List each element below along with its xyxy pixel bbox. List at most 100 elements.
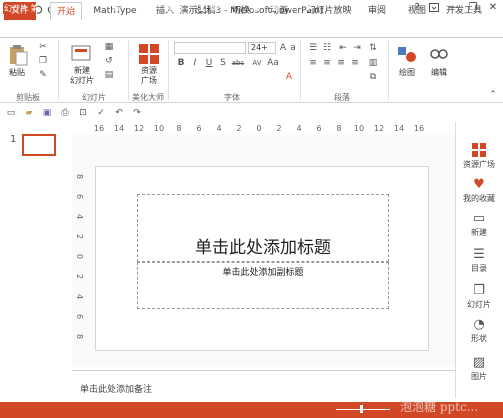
- group-separator: [168, 40, 169, 100]
- print-icon[interactable]: ⎙: [60, 108, 70, 118]
- font-size-dropdown[interactable]: 24+: [248, 42, 276, 54]
- text-direction-icon[interactable]: ⇅: [368, 43, 378, 53]
- ruler-tick: 6: [316, 124, 322, 133]
- shape-button[interactable]: ◔ 形状: [455, 316, 503, 344]
- ruler-tick: 10: [353, 124, 365, 133]
- format-painter-icon[interactable]: ✎: [38, 70, 48, 80]
- notes-placeholder[interactable]: 单击此处添加备注: [80, 382, 152, 395]
- ruler-tick: 4: [216, 124, 222, 133]
- subtitle-placeholder[interactable]: 单击此处添加副标题: [137, 265, 389, 278]
- preview-icon[interactable]: ⊡: [78, 108, 88, 118]
- copy-icon[interactable]: ❐: [38, 56, 48, 66]
- vruler-tick: 2: [75, 274, 84, 280]
- resources-icon[interactable]: [138, 44, 160, 64]
- char-spacing-button[interactable]: AV: [250, 58, 264, 68]
- new-slide-label-1[interactable]: 新建: [64, 66, 100, 76]
- zoom-slider-thumb[interactable]: [360, 405, 363, 413]
- editing-icon[interactable]: [428, 44, 450, 64]
- paste-button[interactable]: 粘贴: [4, 68, 30, 78]
- shrink-font-icon[interactable]: a: [288, 43, 298, 53]
- vruler-tick: 4: [75, 294, 84, 300]
- notes-button[interactable]: 备注: [166, 3, 182, 14]
- resources-label-1[interactable]: 资源: [132, 66, 166, 76]
- shadow-button[interactable]: S: [218, 58, 228, 68]
- rp-label: 资源广场: [463, 160, 495, 169]
- close-button[interactable]: ✕: [484, 0, 502, 16]
- change-case-button[interactable]: Aa: [266, 58, 280, 68]
- zoom-slider[interactable]: [336, 409, 390, 410]
- redo-toolbar-icon[interactable]: ↷: [132, 108, 142, 118]
- align-center-icon[interactable]: ≡: [322, 58, 332, 68]
- title-placeholder[interactable]: 单击此处添加标题: [137, 233, 389, 258]
- vruler-tick: 8: [75, 334, 84, 340]
- zoom-out-button[interactable]: ─: [324, 3, 329, 12]
- slides-button[interactable]: ❐ 幻灯片: [455, 282, 503, 310]
- italic-button[interactable]: I: [190, 58, 200, 68]
- language-icon[interactable]: ▤: [112, 3, 120, 12]
- smartart-icon[interactable]: ⧉: [368, 72, 378, 82]
- strikethrough-button[interactable]: abc: [230, 58, 246, 68]
- paste-icon[interactable]: [6, 44, 30, 66]
- vruler-tick: 6: [75, 314, 84, 320]
- align-right-icon[interactable]: ≡: [336, 58, 346, 68]
- notes-divider[interactable]: [72, 370, 455, 371]
- slide-thumbnail[interactable]: [22, 134, 56, 156]
- thumbnail-pane: [0, 122, 72, 376]
- editing-button[interactable]: 编辑: [424, 68, 454, 78]
- bold-button[interactable]: B: [176, 58, 186, 68]
- resources-label-2[interactable]: 广场: [132, 76, 166, 86]
- toc-button[interactable]: ☰ 目录: [455, 246, 503, 274]
- slide-count-status: 幻灯片 第 1 张，共 1 张: [4, 4, 91, 13]
- comments-button[interactable]: 批注: [210, 3, 226, 14]
- cut-icon[interactable]: ✂: [38, 42, 48, 52]
- new-slide-icon[interactable]: [70, 44, 92, 64]
- picture-button[interactable]: ▨ 图片: [455, 354, 503, 382]
- zoom-in-button[interactable]: +: [392, 3, 399, 12]
- slideshow-view-icon[interactable]: ▶: [306, 3, 312, 12]
- favorites-button[interactable]: ♥ 我的收藏: [455, 176, 503, 204]
- group-separator: [300, 40, 301, 100]
- underline-button[interactable]: U: [204, 58, 214, 68]
- font-name-dropdown[interactable]: [174, 42, 246, 54]
- align-left-icon[interactable]: ≡: [308, 58, 318, 68]
- reset-icon[interactable]: ↺: [104, 56, 114, 66]
- comments-icon[interactable]: ▮: [200, 3, 204, 12]
- new-slide-label-2[interactable]: 幻灯片: [64, 76, 100, 86]
- columns-icon[interactable]: ▥: [368, 58, 378, 68]
- increase-indent-icon[interactable]: ⇥: [352, 43, 362, 53]
- normal-view-icon[interactable]: ▣: [252, 3, 260, 12]
- group-label-clipboard: 剪贴板: [16, 93, 40, 102]
- bullets-icon[interactable]: ☰: [308, 43, 318, 53]
- tab-view[interactable]: 视图: [404, 2, 430, 20]
- group-label-beautify: 美化大师: [132, 93, 164, 102]
- justify-icon[interactable]: ≡: [350, 58, 360, 68]
- new-doc-icon[interactable]: ▭: [6, 108, 16, 118]
- decrease-indent-icon[interactable]: ⇤: [338, 43, 348, 53]
- spell-icon[interactable]: ✓: [96, 108, 106, 118]
- undo-toolbar-icon[interactable]: ↶: [114, 108, 124, 118]
- numbering-icon[interactable]: ☷: [322, 43, 332, 53]
- shape-icon: ◔: [473, 316, 485, 332]
- group-separator: [58, 40, 59, 100]
- section-icon[interactable]: ▤: [104, 70, 114, 80]
- grow-font-icon[interactable]: A: [278, 43, 288, 53]
- ruler-tick: 14: [113, 124, 125, 133]
- new-button[interactable]: ▭ 新建: [455, 210, 503, 238]
- save-toolbar-icon[interactable]: ▣: [42, 108, 52, 118]
- resource-plaza-icon: [471, 142, 487, 158]
- notes-icon[interactable]: ≙: [156, 3, 163, 12]
- slide-sorter-icon[interactable]: ▦: [272, 3, 280, 12]
- collapse-ribbon-icon[interactable]: ⌃: [488, 90, 498, 100]
- tab-transitions[interactable]: 切换: [228, 2, 254, 20]
- layout-icon[interactable]: ▦: [104, 42, 114, 52]
- open-icon[interactable]: ▰: [24, 108, 34, 118]
- ruler-tick: 10: [153, 124, 165, 133]
- reading-view-icon[interactable]: ▭: [290, 3, 298, 12]
- tab-developer[interactable]: 开发工具: [442, 2, 486, 20]
- new-icon: ▭: [472, 210, 486, 226]
- font-color-button[interactable]: A: [284, 72, 294, 82]
- tab-review[interactable]: 审阅: [364, 2, 390, 20]
- drawing-button[interactable]: 绘图: [392, 68, 422, 78]
- drawing-icon[interactable]: [396, 44, 418, 64]
- resource-plaza-button[interactable]: 资源广场: [455, 142, 503, 170]
